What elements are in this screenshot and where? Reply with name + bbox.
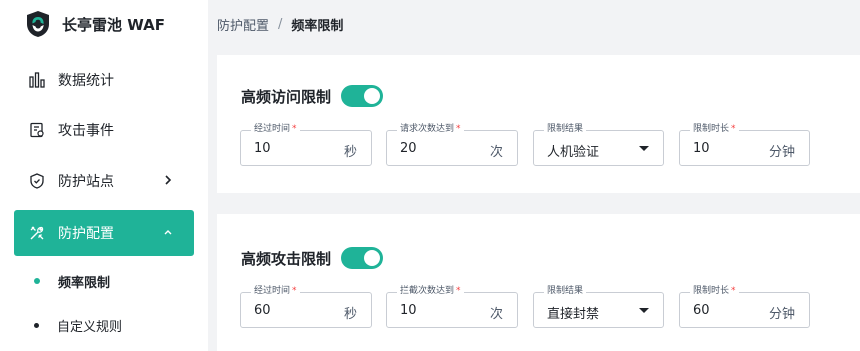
field-value[interactable]: 60 [254, 303, 271, 318]
tools-icon [28, 224, 46, 242]
limit-duration-input[interactable]: 限制时长 * 10 分钟 [679, 123, 810, 166]
section-card-high-frequency-attack: 高频攻击限制 经过时间 * 60 秒 拦截次数达到 * 10 次 限制结果 直接封禁… [217, 214, 860, 351]
dropdown-caret-icon [639, 308, 649, 313]
sidebar-subitem-custom-rules[interactable]: 自定义规则 [14, 305, 194, 345]
field-label: 经过时间 * [251, 285, 300, 297]
limit-result-select[interactable]: 限制结果 人机验证 [533, 123, 664, 166]
block-count-input[interactable]: 拦截次数达到 * 10 次 [386, 285, 518, 328]
field-unit: 秒 [343, 307, 357, 322]
sidebar-item-label: 防护站点 [58, 174, 114, 190]
limit-result-select[interactable]: 限制结果 直接封禁 [533, 285, 664, 328]
field-value[interactable]: 直接封禁 [547, 303, 599, 322]
breadcrumb: 防护配置 / 频率限制 [217, 15, 343, 34]
field-unit: 分钟 [768, 145, 795, 160]
section-title-text: 高频访问限制 [241, 87, 332, 106]
sidebar-subitem-rate-limit[interactable]: 频率限制 [14, 261, 194, 301]
sidebar-item-protection-config[interactable]: 防护配置 [14, 210, 194, 256]
sidebar-item-statistics[interactable]: 数据统计 [14, 57, 194, 103]
app-name: 长亭雷池 WAF [62, 15, 165, 34]
sidebar-item-label: 攻击事件 [58, 123, 114, 139]
limit-duration-input[interactable]: 限制时长 * 60 分钟 [679, 285, 810, 328]
bullet-dot [34, 322, 39, 328]
document-list-icon [28, 121, 46, 139]
section-title: 高频攻击限制 [241, 247, 384, 269]
breadcrumb-current: 频率限制 [291, 19, 344, 34]
field-unit: 次 [489, 145, 503, 160]
sidebar-item-label: 自定义规则 [57, 319, 123, 335]
enable-toggle[interactable] [341, 247, 384, 269]
request-count-input[interactable]: 请求次数达到 * 20 次 [386, 123, 518, 166]
field-label: 请求次数达到 * [397, 123, 464, 135]
section-title-text: 高频攻击限制 [241, 249, 332, 268]
sidebar-item-attack-events[interactable]: 攻击事件 [14, 107, 194, 153]
enable-toggle[interactable] [341, 85, 384, 107]
toggle-knob [364, 88, 381, 104]
sidebar-item-label: 频率限制 [58, 275, 111, 291]
field-value[interactable]: 10 [693, 141, 710, 156]
sidebar-item-label: 数据统计 [58, 73, 114, 89]
field-label: 限制时长 * [690, 285, 739, 297]
field-label: 限制结果 [544, 123, 587, 135]
breadcrumb-separator: / [278, 17, 283, 32]
field-value[interactable]: 10 [400, 303, 417, 318]
field-value[interactable]: 人机验证 [547, 141, 599, 160]
field-value[interactable]: 20 [400, 141, 417, 156]
sidebar: 长亭雷池 WAF 数据统计 攻击事件 防护站点 防护配置 频率限制 自定义规则 [0, 0, 208, 351]
field-unit: 次 [489, 307, 503, 322]
brand[interactable]: 长亭雷池 WAF [24, 8, 165, 40]
sidebar-item-protected-sites[interactable]: 防护站点 [14, 158, 194, 204]
toggle-knob [364, 250, 381, 266]
elapsed-time-input[interactable]: 经过时间 * 10 秒 [240, 123, 372, 166]
shield-icon [28, 172, 46, 190]
section-card-high-frequency-access: 高频访问限制 经过时间 * 10 秒 请求次数达到 * 20 次 限制结果 人机验证… [217, 55, 860, 193]
field-unit: 分钟 [768, 307, 795, 322]
field-label: 限制时长 * [690, 123, 739, 135]
bullet-dot [34, 278, 40, 284]
section-title: 高频访问限制 [241, 85, 384, 107]
breadcrumb-parent[interactable]: 防护配置 [217, 15, 269, 34]
sidebar-item-label: 防护配置 [58, 226, 114, 242]
dropdown-caret-icon [639, 146, 649, 151]
field-unit: 秒 [343, 145, 357, 160]
chevron-right-icon [165, 175, 172, 185]
elapsed-time-input[interactable]: 经过时间 * 60 秒 [240, 285, 372, 328]
chevron-up-icon [164, 230, 172, 235]
field-label: 拦截次数达到 * [397, 285, 464, 297]
field-value[interactable]: 10 [254, 141, 271, 156]
bar-chart-icon [28, 71, 46, 89]
shield-logo-icon [27, 11, 49, 37]
field-value[interactable]: 60 [693, 303, 710, 318]
field-label: 限制结果 [544, 285, 587, 297]
field-label: 经过时间 * [251, 123, 300, 135]
